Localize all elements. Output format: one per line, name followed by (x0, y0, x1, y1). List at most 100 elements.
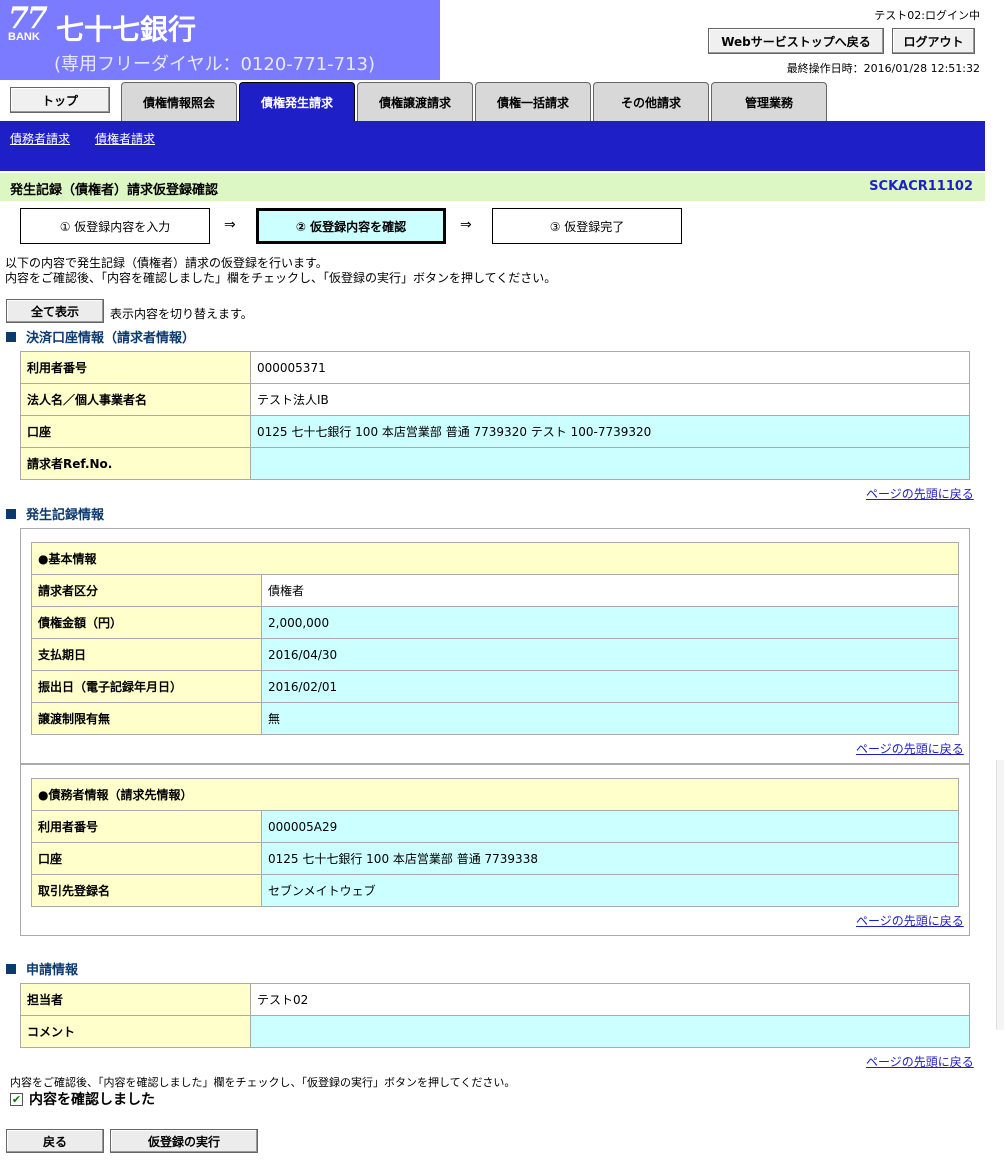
intro-line-1: 以下の内容で発生記録（債権者）請求の仮登録を行います。 (5, 256, 328, 270)
login-status: テスト02:ログイン中 (874, 9, 980, 22)
subnav-creditor-request[interactable]: 債権者請求 (95, 130, 155, 147)
top-button[interactable]: トップ (10, 87, 110, 113)
square-bullet-icon (6, 331, 16, 342)
row-label: 債権金額（円） (31, 606, 262, 639)
table-row: 振出日（電子記録年月日） 2016/02/01 (31, 670, 959, 703)
row-label: 請求者区分 (31, 574, 262, 607)
intro-line-2: 内容をご確認後、「内容を確認しました」欄をチェックし、「仮登録の実行」ボタンを押… (5, 271, 557, 285)
step-input: ① 仮登録内容を入力 (20, 208, 210, 244)
confirm-checkbox-row[interactable]: ✔ 内容を確認しました (10, 1089, 155, 1109)
confirm-checkbox-label[interactable]: 内容を確認しました (29, 1089, 155, 1109)
section-settlement-account: 決済口座情報（請求者情報） (6, 327, 195, 346)
section-title: 申請情報 (26, 963, 79, 978)
show-all-button[interactable]: 全て表示 (6, 299, 104, 323)
dial-number: (専用フリーダイヤル：0120-771-713) (54, 54, 376, 75)
row-value: 2016/04/30 (261, 638, 959, 671)
page-title-bar: 発生記録（債権者）請求仮登録確認 SCKACR11102 (0, 173, 985, 201)
row-value (250, 1015, 970, 1048)
debtor-info-heading: ●債務者情報（請求先情報） (31, 778, 959, 811)
basic-info-heading: ●基本情報 (31, 542, 959, 575)
back-button[interactable]: 戻る (6, 1129, 104, 1153)
row-value: 債権者 (261, 574, 959, 607)
row-label: 取引先登録名 (31, 874, 262, 907)
row-value: 2016/02/01 (261, 670, 959, 703)
tab-other-requests[interactable]: その他請求 (593, 82, 709, 122)
bank-logo-area: 77 BANK 七十七銀行 (専用フリーダイヤル：0120-771-713) (0, 0, 440, 80)
step-arrow: ⇒ (224, 217, 236, 233)
table-row: 利用者番号 000005371 (20, 351, 970, 384)
execute-registration-button[interactable]: 仮登録の実行 (110, 1129, 258, 1153)
row-label: 口座 (31, 842, 262, 875)
intro-text: 以下の内容で発生記録（債権者）請求の仮登録を行います。 内容をご確認後、「内容を… (5, 256, 556, 286)
table-row: 法人名／個人事業者名 テスト法人IB (20, 383, 970, 416)
bank-logo-mark: 77 BANK (8, 4, 52, 43)
settlement-account-table: 利用者番号 000005371 法人名／個人事業者名 テスト法人IB 口座 01… (20, 351, 970, 480)
sub-navigation: 債務者請求 債権者請求 (0, 121, 985, 171)
row-value: セブンメイトウェブ (261, 874, 959, 907)
row-label: 振出日（電子記録年月日） (31, 670, 262, 703)
tab-management[interactable]: 管理業務 (711, 82, 827, 122)
last-operation-time: 最終操作日時：2016/01/28 12:51:32 (786, 62, 980, 75)
row-value: テスト02 (250, 983, 970, 1016)
row-value: 2,000,000 (261, 606, 959, 639)
square-bullet-icon (6, 963, 16, 974)
row-label: 請求者Ref.No. (20, 447, 251, 480)
table-row: 口座 0125 七十七銀行 100 本店営業部 普通 7739320 テスト 1… (20, 415, 970, 448)
section-issuance-record: 発生記録情報 (6, 504, 104, 523)
page-top-link[interactable]: ページの先頭に戻る (866, 1053, 974, 1070)
scrollbar-track (996, 760, 1004, 1030)
table-row: 取引先登録名 セブンメイトウェブ (31, 874, 959, 907)
table-row: 口座 0125 七十七銀行 100 本店営業部 普通 7739338 (31, 842, 959, 875)
table-row: コメント (20, 1015, 970, 1048)
subnav-debtor-request[interactable]: 債務者請求 (10, 130, 70, 147)
row-value (250, 447, 970, 480)
row-label: コメント (20, 1015, 251, 1048)
row-label: 利用者番号 (31, 810, 262, 843)
row-label: 担当者 (20, 983, 251, 1016)
row-label: 法人名／個人事業者名 (20, 383, 251, 416)
row-label: 支払期日 (31, 638, 262, 671)
row-value: 000005371 (250, 351, 970, 384)
row-value: 0125 七十七銀行 100 本店営業部 普通 7739320 テスト 100-… (250, 415, 970, 448)
table-row: 支払期日 2016/04/30 (31, 638, 959, 671)
page-title: 発生記録（債権者）請求仮登録確認 (10, 183, 219, 198)
row-value: 000005A29 (261, 810, 959, 843)
tab-claim-issue[interactable]: 債権発生請求 (239, 82, 355, 122)
page-top-link[interactable]: ページの先頭に戻る (856, 912, 964, 929)
logout-button[interactable]: ログアウト (892, 28, 975, 54)
bank-name: 七十七銀行 (56, 13, 197, 46)
row-value: テスト法人IB (250, 383, 970, 416)
row-label: 口座 (20, 415, 251, 448)
table-row: 譲渡制限有無 無 (31, 702, 959, 735)
application-info-table: 担当者 テスト02 コメント (20, 983, 970, 1048)
tab-claim-inquiry[interactable]: 債権情報照会 (121, 82, 237, 122)
toggle-note: 表示内容を切り替えます。 (110, 307, 253, 321)
logo-number: 77 (8, 1, 48, 36)
tab-claim-transfer[interactable]: 債権譲渡請求 (357, 82, 473, 122)
basic-info-table: ●基本情報 請求者区分 債権者 債権金額（円） 2,000,000 支払期日 2… (31, 542, 959, 735)
section-title: 発生記録情報 (26, 508, 105, 523)
screen-id: SCKACR11102 (869, 179, 973, 194)
confirm-checkbox[interactable]: ✔ (10, 1092, 23, 1106)
square-bullet-icon (6, 508, 16, 519)
table-row: 担当者 テスト02 (20, 983, 970, 1016)
page-top-link[interactable]: ページの先頭に戻る (856, 740, 964, 757)
tab-bulk-request[interactable]: 債権一括請求 (475, 82, 591, 122)
table-row: 請求者Ref.No. (20, 447, 970, 480)
row-value: 無 (261, 702, 959, 735)
row-label: 譲渡制限有無 (31, 702, 262, 735)
page-top-link[interactable]: ページの先頭に戻る (866, 485, 974, 502)
step-complete: ③ 仮登録完了 (492, 208, 682, 244)
step-arrow: ⇒ (460, 217, 472, 233)
row-label: 利用者番号 (20, 351, 251, 384)
section-application-info: 申請情報 (6, 959, 78, 978)
confirm-note: 内容をご確認後、「内容を確認しました」欄をチェックし、「仮登録の実行」ボタンを押… (10, 1076, 516, 1089)
debtor-info-table: ●債務者情報（請求先情報） 利用者番号 000005A29 口座 0125 七十… (31, 778, 959, 907)
web-service-top-button[interactable]: Webサービストップへ戻る (708, 28, 884, 54)
table-row: ●基本情報 (31, 542, 959, 575)
table-row: 請求者区分 債権者 (31, 574, 959, 607)
table-row: 利用者番号 000005A29 (31, 810, 959, 843)
row-value: 0125 七十七銀行 100 本店営業部 普通 7739338 (261, 842, 959, 875)
table-row: 債権金額（円） 2,000,000 (31, 606, 959, 639)
step-confirm: ② 仮登録内容を確認 (256, 208, 446, 244)
